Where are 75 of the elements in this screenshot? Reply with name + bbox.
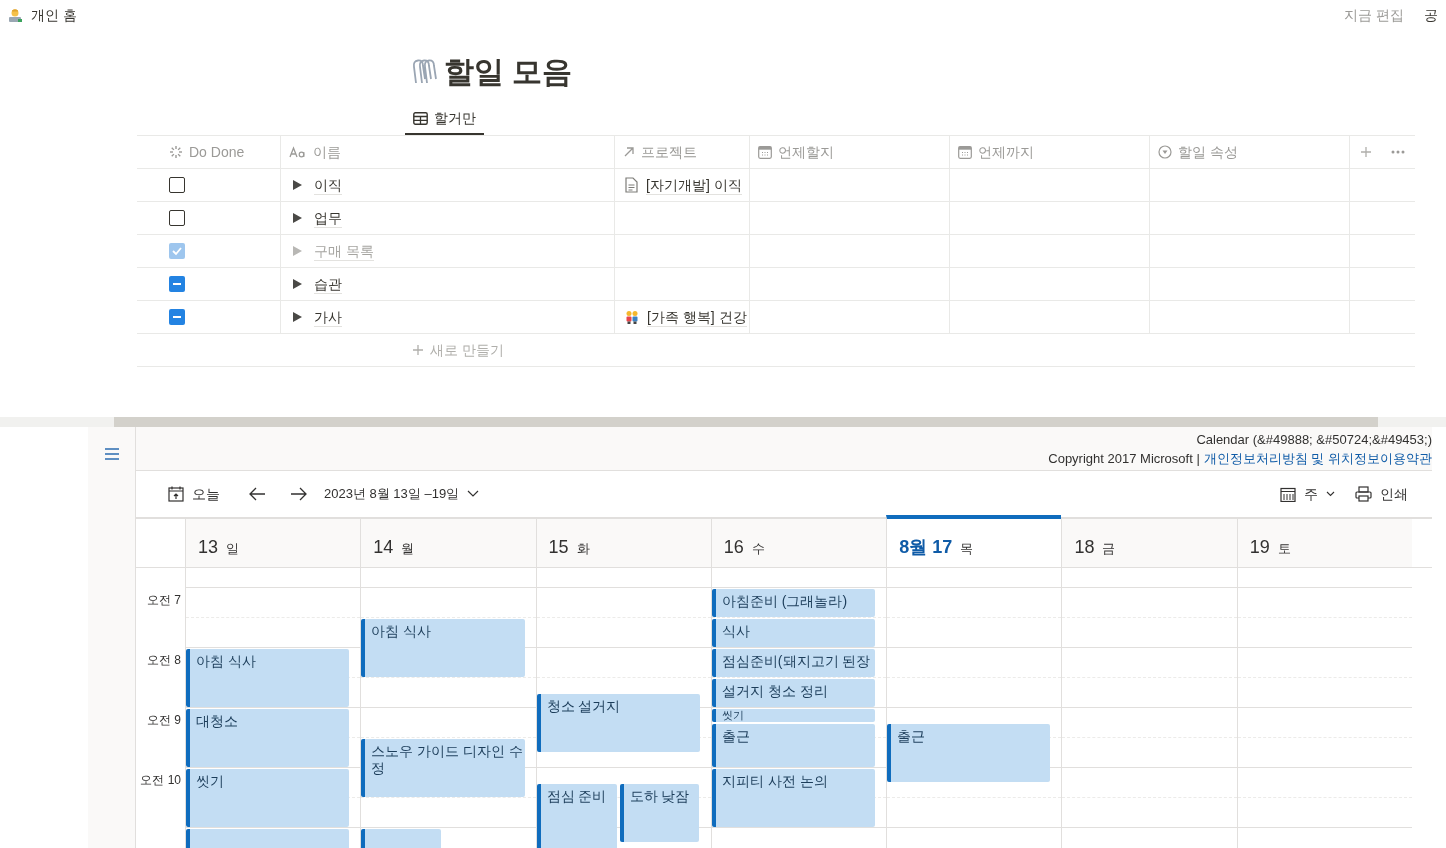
table-icon <box>413 111 428 125</box>
dropdown-icon <box>1158 145 1172 159</box>
project-link[interactable]: [가족 행복] 건강 <box>647 307 747 327</box>
people-icon <box>625 310 639 324</box>
breadcrumb-link[interactable]: 개인 홈 <box>31 5 77 25</box>
calendar-event[interactable]: 점심준비(돼지고기 된장 <box>711 649 876 677</box>
calendar-title: Calendar (&#49888; &#50724;&#49453;) <box>1196 430 1432 449</box>
calendar-event[interactable]: 설거지 청소 정리 <box>711 679 876 707</box>
hour-label: 오전 8 <box>147 652 181 668</box>
checkbox[interactable] <box>169 210 185 226</box>
date-range-dropdown[interactable]: 2023년 8월 13일 –19일 <box>324 484 480 504</box>
calendar-icon <box>958 145 972 159</box>
checkbox[interactable] <box>169 177 185 193</box>
document-icon <box>625 177 638 193</box>
calendar-event[interactable]: 씻기 <box>186 769 350 827</box>
calendar-event[interactable]: 씻기 <box>711 709 876 722</box>
text-icon <box>289 146 307 158</box>
arrow-icon <box>623 146 635 158</box>
hour-label: 오전 7 <box>147 592 181 608</box>
calendar-event[interactable]: 지피티 사전 논의 <box>711 769 876 827</box>
hour-label: 오전 10 <box>140 772 181 788</box>
checkbox[interactable] <box>169 276 185 292</box>
day-header[interactable]: 14 월 <box>360 519 536 567</box>
next-arrow-icon[interactable] <box>290 487 308 501</box>
loading-icon <box>169 145 183 159</box>
expand-triangle-icon[interactable] <box>293 213 302 223</box>
chevron-down-icon <box>1326 491 1335 497</box>
day-header[interactable]: 19 토 <box>1236 519 1412 567</box>
person-at-laptop-icon <box>8 7 23 23</box>
day-header[interactable]: 15 화 <box>535 519 711 567</box>
row-title[interactable]: 가사 <box>314 307 342 327</box>
previous-arrow-icon[interactable] <box>248 487 266 501</box>
row-title[interactable]: 이직 <box>314 175 342 195</box>
calendar-icon <box>1280 486 1296 502</box>
calendar-icon <box>758 145 772 159</box>
chevron-down-icon <box>467 490 480 498</box>
calendar-event[interactable]: 식사 <box>711 619 876 647</box>
calendar-event[interactable]: 스노우 가이드 디자인 수정 <box>361 739 525 797</box>
calendar-event[interactable]: 아침 식사 <box>361 619 525 677</box>
add-icon[interactable] <box>1359 146 1372 158</box>
calendar-event[interactable]: 출근 <box>711 724 876 767</box>
topbar-action[interactable]: 공 <box>1424 5 1438 25</box>
expand-triangle-icon[interactable] <box>293 279 302 289</box>
printer-icon <box>1355 486 1372 502</box>
checkmark-icon <box>171 245 183 257</box>
plus-icon <box>412 344 424 356</box>
row-title[interactable]: 업무 <box>314 208 342 228</box>
calendar-today-icon <box>168 486 184 502</box>
scrollbar[interactable] <box>114 417 1378 427</box>
checkbox[interactable] <box>169 243 185 259</box>
expand-triangle-icon[interactable] <box>293 312 302 322</box>
privacy-link[interactable]: 개인정보처리방침 및 위치정보이용약관 <box>1203 448 1432 468</box>
calendar-event[interactable]: 청소 설거지 <box>536 694 700 752</box>
page-title: 할일 모음 <box>444 57 573 87</box>
calendar-event[interactable]: 점심 준비 <box>536 784 617 848</box>
hour-label: 오전 9 <box>147 712 181 728</box>
day-header[interactable]: 18 금 <box>1061 519 1237 567</box>
today-button[interactable]: 오늘 <box>168 484 220 504</box>
checkbox[interactable] <box>169 309 185 325</box>
expand-triangle-icon[interactable] <box>293 180 302 190</box>
calendar-event[interactable]: 출근 <box>887 724 1051 782</box>
row-title[interactable]: 습관 <box>314 274 342 294</box>
day-header[interactable]: 16 수 <box>710 519 887 567</box>
day-header[interactable]: 13 일 <box>185 519 361 567</box>
copyright-text: Copyright 2017 Microsoft | <box>1048 449 1200 468</box>
calendar-event[interactable]: 아침 식사 <box>186 649 350 707</box>
view-tab[interactable]: 할거만 <box>405 103 484 135</box>
calendar-event[interactable]: 아침준비 (그래놀라) <box>711 589 876 617</box>
calendar-event[interactable]: 대청소 <box>186 709 350 767</box>
view-dropdown[interactable]: 주 <box>1280 484 1335 504</box>
project-link[interactable]: [자기개발] 이직 <box>646 175 742 195</box>
more-icon[interactable] <box>1391 150 1406 154</box>
menu-icon[interactable] <box>103 447 120 461</box>
print-button[interactable]: 인쇄 <box>1355 484 1408 504</box>
calendar-event[interactable]: 도하 낮잠 <box>619 784 699 842</box>
